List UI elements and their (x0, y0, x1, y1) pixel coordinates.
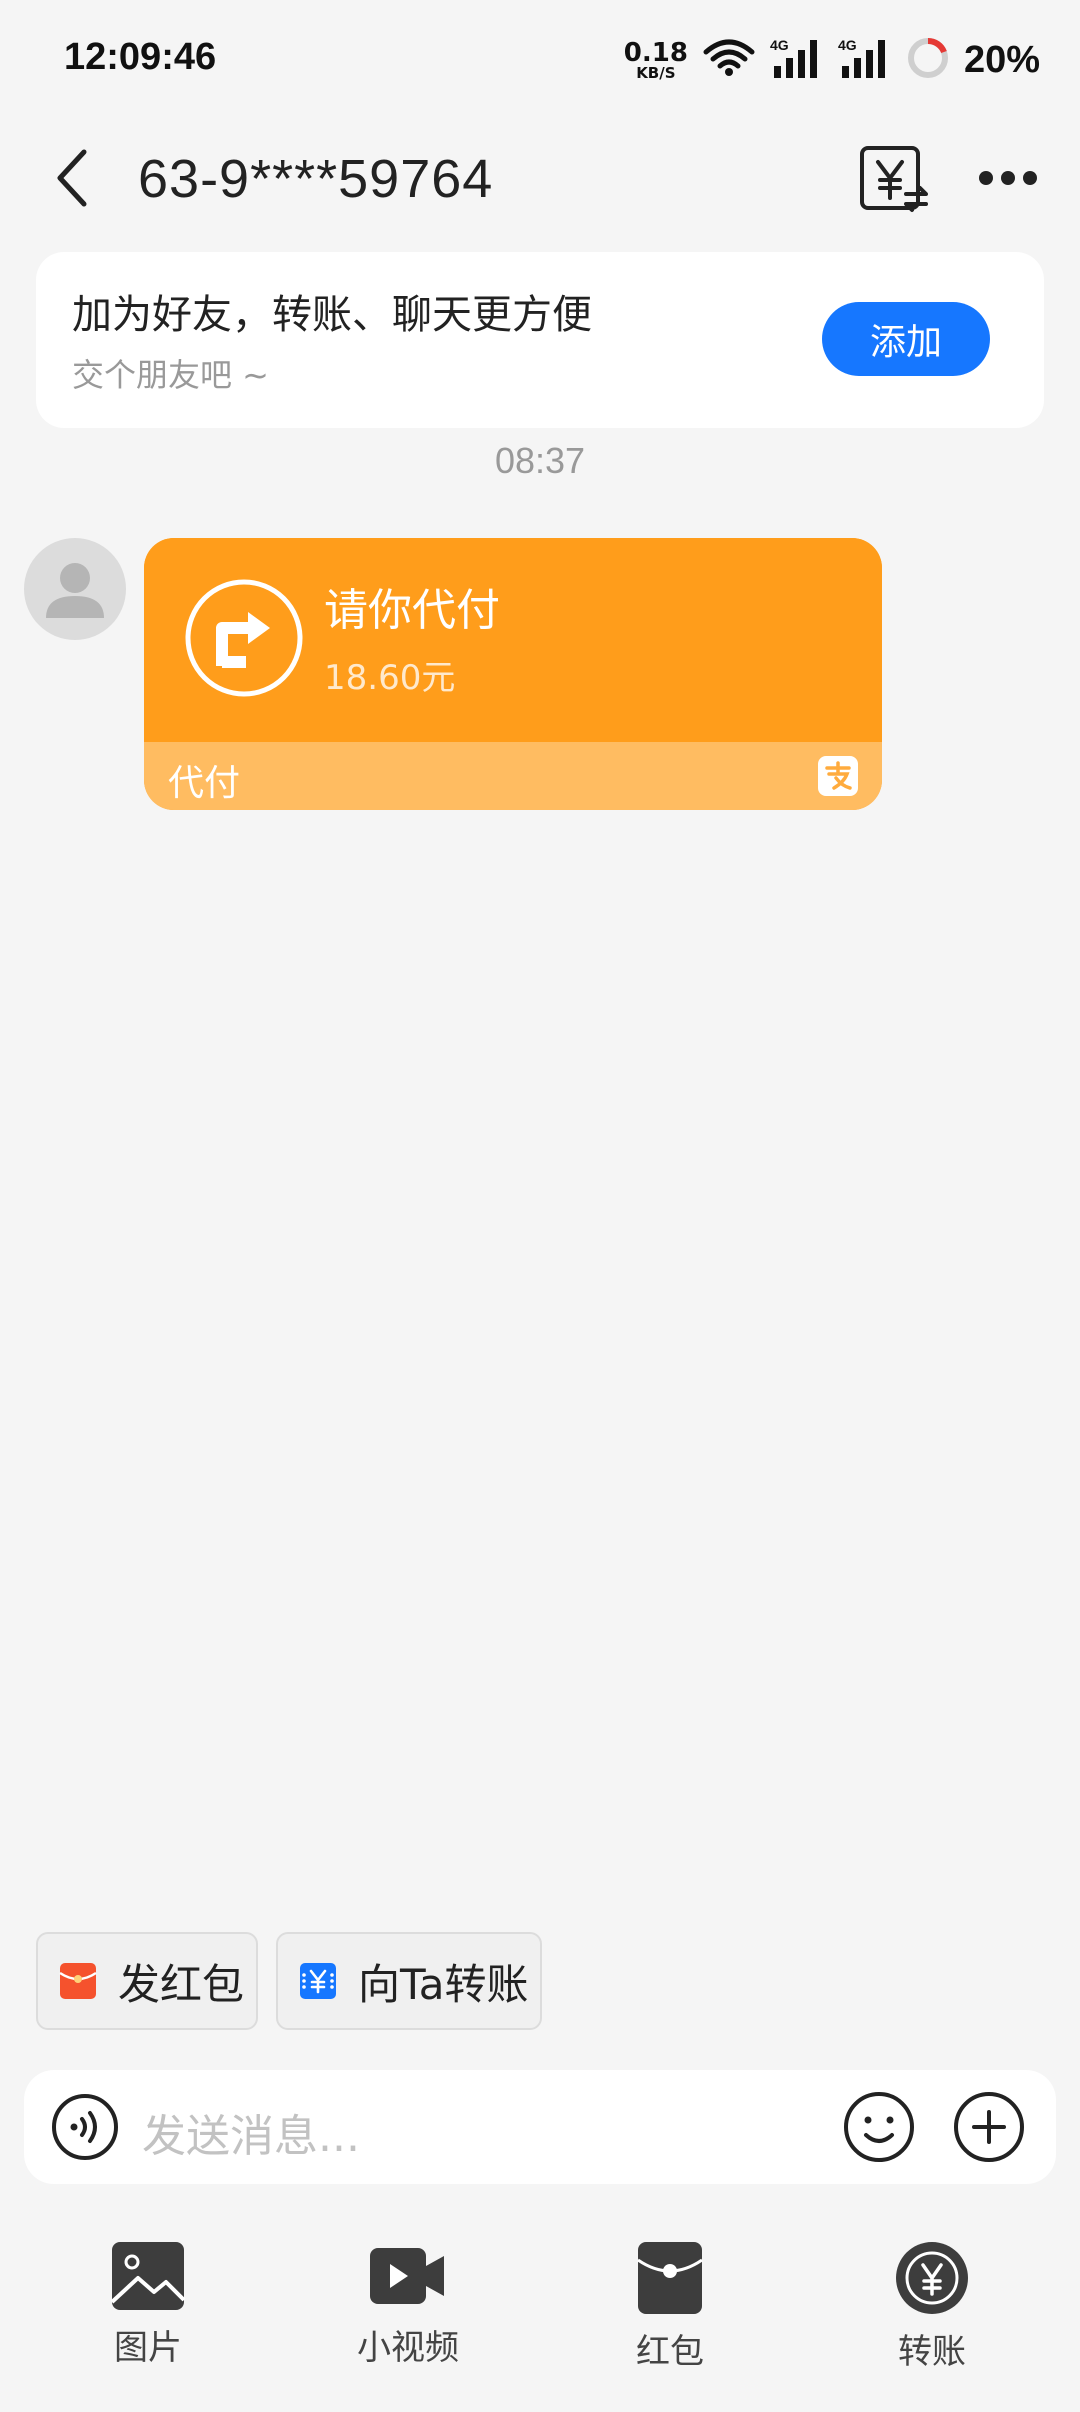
plus-icon[interactable] (952, 2090, 1026, 2164)
quick-action-label: 向Ta转账 (358, 1959, 529, 2009)
banner-subtitle: 交个朋友吧 ~ (72, 356, 269, 394)
tool-label: 转账 (898, 2332, 966, 2372)
page-title: 63-9****59764 (138, 149, 494, 209)
status-time: 12:09:46 (64, 36, 217, 78)
more-button[interactable] (972, 150, 1044, 210)
card-footer-label: 代付 (168, 763, 241, 804)
video-icon (370, 2248, 444, 2304)
message-input-bar: 发送消息... (24, 2070, 1056, 2184)
user-silhouette-icon (46, 563, 104, 618)
net-speed: 0.18 KB/S (624, 40, 688, 81)
banner-title: 加为好友，转账、聊天更方便 (72, 292, 592, 338)
red-packet-icon (58, 1961, 98, 2001)
net-speed-unit: KB/S (636, 63, 676, 82)
transfer-to-ta-button[interactable]: 向Ta转账 (276, 1932, 542, 2030)
add-friend-banner: 加为好友，转账、聊天更方便 交个朋友吧 ~ 添加 (36, 252, 1044, 428)
battery-percent: 20% (963, 38, 1040, 81)
quick-action-label: 发红包 (118, 1959, 245, 2009)
avatar[interactable] (24, 538, 126, 640)
transfer-icon (896, 2242, 968, 2314)
card-footer: 代付 (144, 742, 882, 810)
card-body: 请你代付 18.60元 (144, 538, 882, 742)
tool-label: 小视频 (357, 2328, 459, 2368)
tool-transfer[interactable]: 转账 (862, 2240, 1002, 2373)
net-speed-value: 0.18 (623, 37, 688, 68)
add-friend-button[interactable]: 添加 (822, 302, 990, 376)
red-packet-icon (637, 2242, 703, 2314)
back-button[interactable] (40, 140, 104, 220)
image-icon (110, 2242, 186, 2310)
transfer-yuan-icon (298, 1961, 338, 2001)
chevron-left-icon (52, 146, 92, 214)
tool-red-packet[interactable]: 红包 (600, 2240, 740, 2373)
card-title: 请你代付 (324, 585, 500, 636)
yuan-convert-icon (856, 146, 932, 224)
signal-4g-icon: 4G (838, 36, 892, 84)
status-icons: 0.18 KB/S 4G 4G 20% (624, 32, 1040, 88)
voice-icon[interactable] (50, 2092, 120, 2162)
tool-short-video[interactable]: 小视频 (338, 2240, 478, 2369)
send-red-packet-button[interactable]: 发红包 (36, 1932, 258, 2030)
message-input[interactable]: 发送消息... (142, 2100, 360, 2164)
tool-label: 红包 (636, 2332, 704, 2372)
alipay-logo-icon (818, 756, 858, 796)
convert-button[interactable] (856, 140, 932, 220)
more-dots-icon (978, 170, 1038, 190)
tool-label: 图片 (114, 2328, 182, 2368)
svg-text:4G: 4G (770, 37, 789, 53)
pay-request-card[interactable]: 请你代付 18.60元 代付 (144, 538, 882, 810)
svg-text:4G: 4G (838, 37, 857, 53)
card-amount: 18.60元 (324, 658, 456, 698)
emoji-icon[interactable] (842, 2090, 916, 2164)
wifi-icon (702, 38, 756, 82)
tool-image[interactable]: 图片 (78, 2240, 218, 2369)
signal-4g-icon: 4G (770, 36, 824, 84)
battery-icon (906, 36, 950, 84)
share-arrow-icon (184, 578, 304, 698)
chat-timestamp: 08:37 (494, 440, 586, 481)
